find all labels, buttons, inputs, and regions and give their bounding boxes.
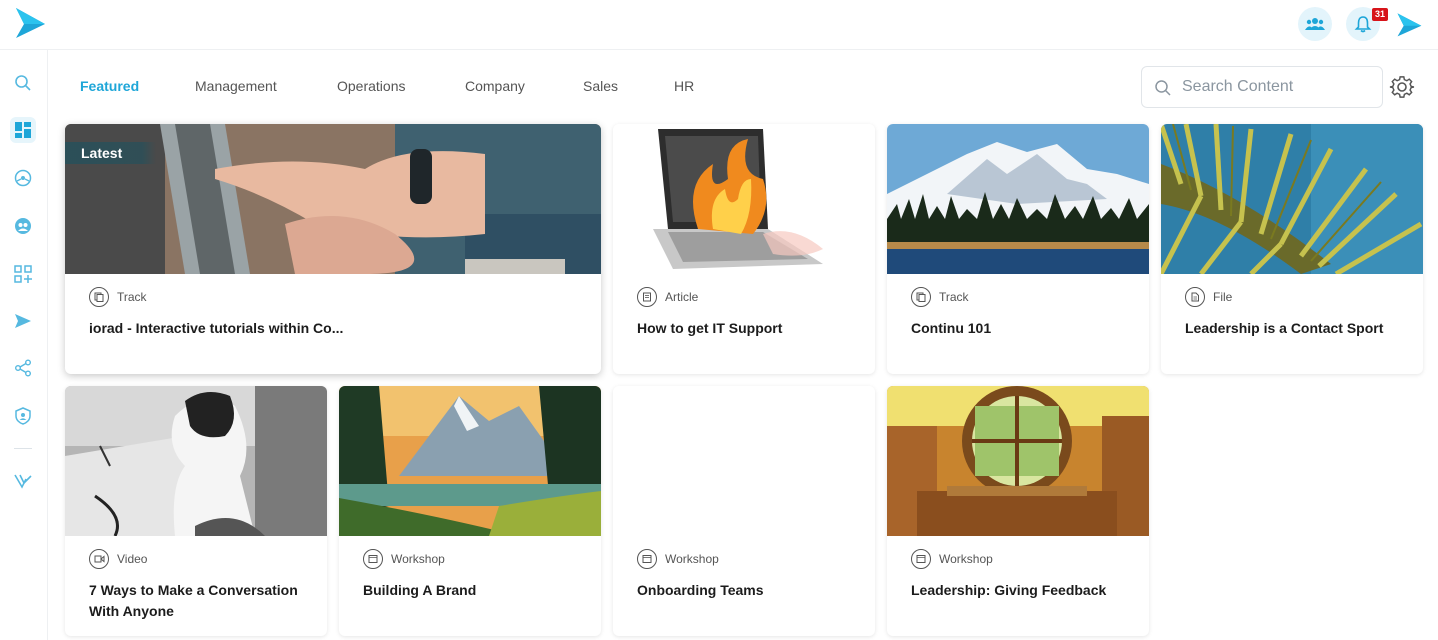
gear-icon[interactable]: [1389, 74, 1415, 100]
admin-shield-icon: [15, 407, 31, 425]
sidebar-item-explore[interactable]: [10, 165, 36, 191]
sidebar-divider: [14, 448, 32, 449]
card-type-label: Workshop: [391, 552, 445, 566]
sidebar-item-search[interactable]: [10, 70, 36, 96]
notifications-button[interactable]: 31: [1346, 7, 1388, 41]
card-type: Track: [89, 287, 147, 307]
card-type-label: Article: [665, 290, 699, 304]
content-card[interactable]: Workshop Building A Brand: [339, 386, 601, 636]
card-type: Video: [89, 549, 147, 569]
card-type-label: Track: [939, 290, 969, 304]
content-card[interactable]: Video 7 Ways to Make a Conversation With…: [65, 386, 327, 636]
card-title[interactable]: 7 Ways to Make a Conversation With Anyon…: [89, 580, 307, 622]
content-card-featured[interactable]: Latest Track iorad - Interactive tutoria…: [65, 124, 601, 374]
card-type-label: Workshop: [665, 552, 719, 566]
sidebar-item-send[interactable]: [10, 308, 36, 334]
card-type-label: File: [1213, 290, 1233, 304]
card-title[interactable]: Leadership: Giving Feedback: [911, 580, 1129, 601]
sidebar-item-share[interactable]: [10, 355, 36, 381]
card-type: Article: [637, 287, 698, 307]
sidebar: [0, 50, 48, 640]
logo-arrow-icon[interactable]: [1394, 9, 1424, 39]
search-icon: [1155, 80, 1171, 96]
card-type-label: Video: [117, 552, 148, 566]
top-bar: 31: [0, 0, 1438, 50]
tab-company[interactable]: Company: [465, 78, 525, 94]
bottom-logo-icon: [14, 474, 32, 489]
dashboard-icon: [15, 122, 31, 138]
video-icon: [89, 549, 109, 569]
card-type-label: Workshop: [939, 552, 993, 566]
content-card[interactable]: Workshop Onboarding Teams: [613, 386, 875, 636]
logo-arrow-icon[interactable]: [13, 5, 47, 39]
card-title[interactable]: Leadership is a Contact Sport: [1185, 318, 1403, 339]
content-card[interactable]: Article How to get IT Support: [613, 124, 875, 374]
card-type: Workshop: [911, 549, 993, 569]
track-icon: [89, 287, 109, 307]
sidebar-item-dashboard[interactable]: [10, 117, 36, 143]
card-title[interactable]: Continu 101: [911, 318, 1129, 339]
article-icon: [637, 287, 657, 307]
track-icon: [911, 287, 931, 307]
explore-icon: [14, 169, 32, 187]
content-card[interactable]: Workshop Leadership: Giving Feedback: [887, 386, 1149, 636]
card-thumbnail: [613, 124, 875, 274]
card-title[interactable]: Building A Brand: [363, 580, 581, 601]
community-icon: [15, 218, 31, 234]
card-thumbnail: Latest: [65, 124, 601, 274]
card-type: File: [1185, 287, 1232, 307]
search-box: [1141, 66, 1383, 108]
card-type: Workshop: [637, 549, 719, 569]
notification-count-badge: 31: [1371, 8, 1388, 21]
tab-featured[interactable]: Featured: [80, 78, 139, 94]
tab-hr[interactable]: HR: [674, 78, 694, 94]
share-icon: [15, 359, 31, 377]
card-title[interactable]: Onboarding Teams: [637, 580, 855, 601]
sidebar-item-bottom-logo[interactable]: [10, 468, 36, 494]
bell-icon: [1354, 16, 1372, 33]
sidebar-item-community[interactable]: [10, 213, 36, 239]
tab-operations[interactable]: Operations: [337, 78, 405, 94]
card-title[interactable]: iorad - Interactive tutorials within Co.…: [89, 318, 581, 339]
workshop-icon: [911, 549, 931, 569]
sidebar-item-admin[interactable]: [10, 403, 36, 429]
card-thumbnail: [65, 386, 327, 536]
latest-badge: Latest: [65, 142, 157, 164]
send-icon: [15, 314, 31, 328]
add-apps-icon: [14, 265, 32, 283]
tab-management[interactable]: Management: [195, 78, 277, 94]
card-thumbnail: [887, 124, 1149, 274]
tab-sales[interactable]: Sales: [583, 78, 618, 94]
card-type-label: Track: [117, 290, 147, 304]
card-thumbnail: [339, 386, 601, 536]
card-thumbnail: [887, 386, 1149, 536]
search-icon: [15, 75, 31, 91]
file-icon: [1185, 287, 1205, 307]
card-thumbnail: [1161, 124, 1423, 274]
workshop-icon: [363, 549, 383, 569]
content-card[interactable]: Track Continu 101: [887, 124, 1149, 374]
sidebar-item-apps[interactable]: [10, 261, 36, 287]
card-type: Workshop: [363, 549, 445, 569]
card-type: Track: [911, 287, 969, 307]
team-icon: [1305, 18, 1325, 30]
team-button[interactable]: [1298, 7, 1332, 41]
content-card[interactable]: File Leadership is a Contact Sport: [1161, 124, 1423, 374]
card-title[interactable]: How to get IT Support: [637, 318, 855, 339]
card-thumbnail: [613, 386, 875, 536]
workshop-icon: [637, 549, 657, 569]
search-input[interactable]: [1182, 76, 1372, 98]
